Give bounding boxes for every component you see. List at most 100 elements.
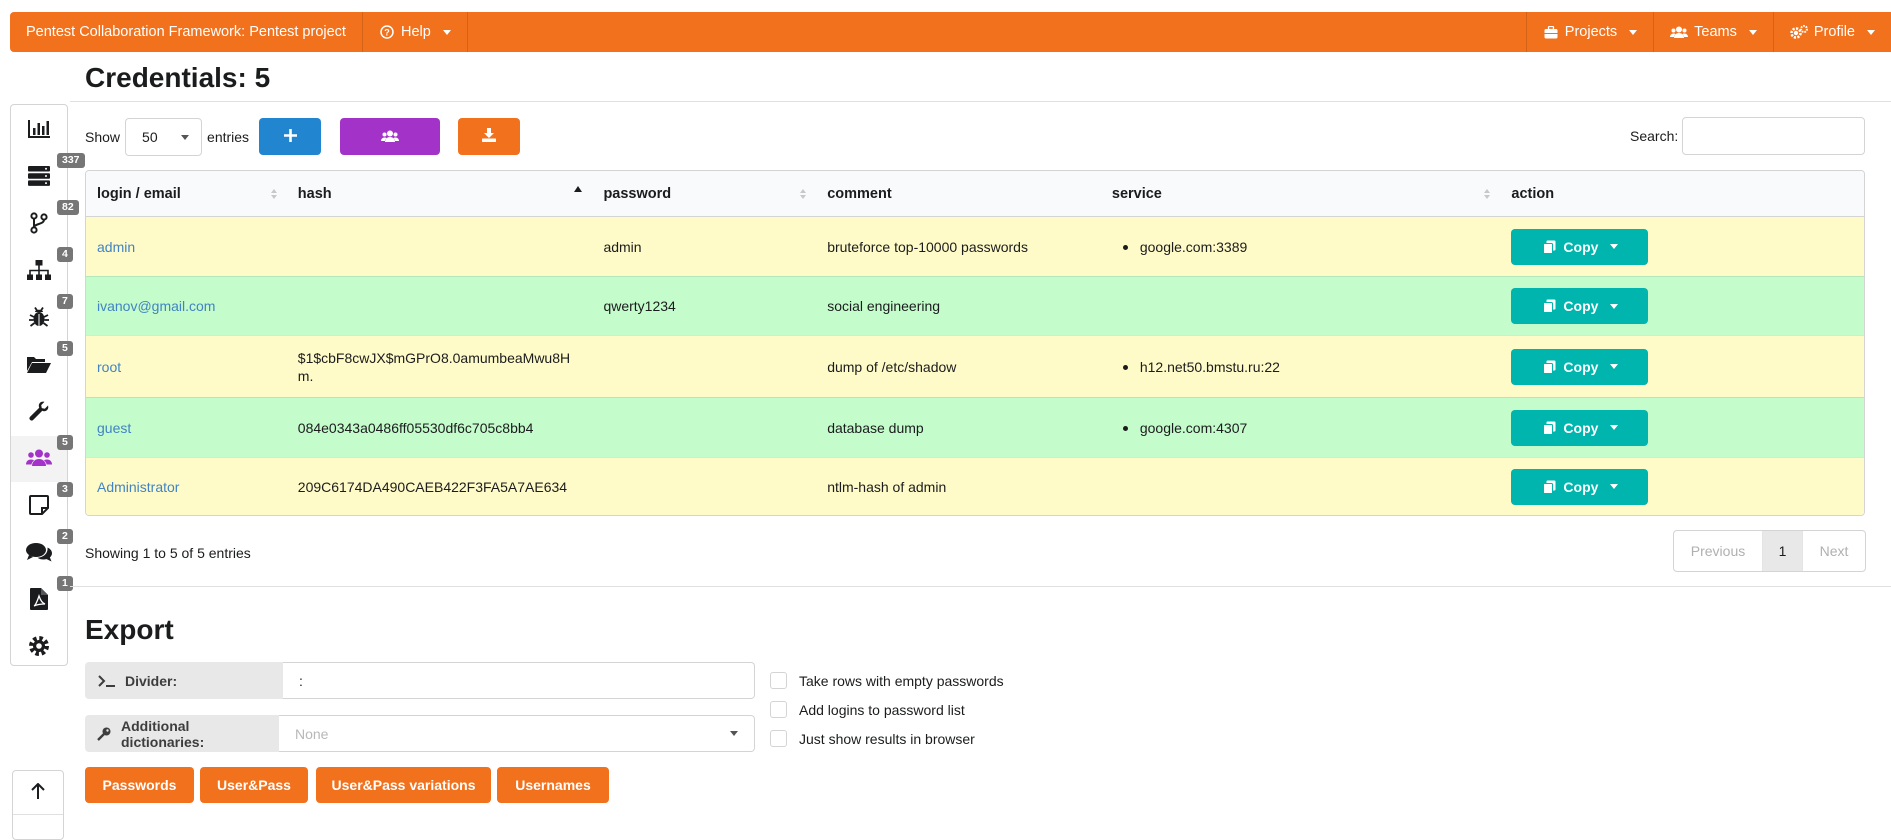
login-link[interactable]: admin [97,239,135,255]
top-navbar: Pentest Collaboration Framework: Pentest… [10,12,1891,52]
file-pdf-icon [30,587,48,613]
users-icon [381,129,399,145]
password-cell: admin [603,238,642,255]
download-icon [482,128,496,145]
sidebar-item-tools[interactable] [11,389,67,435]
comment-cell: ntlm-hash of admin [827,478,947,495]
sidebar-item-statistics[interactable] [11,107,67,153]
copy-dropdown-button[interactable]: Copy [1511,228,1649,265]
sort-icon [800,189,807,199]
sidebar-item-settings[interactable] [11,624,67,670]
comments-icon [26,542,52,565]
projects-label: Projects [1564,24,1618,40]
svg-text:?: ? [384,28,390,38]
login-link[interactable]: Administrator [97,479,179,495]
login-link[interactable]: guest [97,420,131,436]
download-button[interactable] [458,118,520,155]
cogs-icon [1790,24,1808,40]
checkbox[interactable] [770,672,787,689]
teams-label: Teams [1694,24,1737,40]
copy-dropdown-button[interactable]: Copy [1511,409,1649,446]
terminal-icon [97,673,117,689]
team-credentials-button[interactable] [340,118,440,155]
copy-icon [1541,479,1557,495]
profile-label: Profile [1813,24,1855,40]
teams-menu[interactable]: Teams [1653,12,1773,52]
table-row: guest 084e0343a0486ff05530df6c705c8bb4 d… [86,397,1864,457]
entries-label: entries [207,129,250,145]
copy-dropdown-button[interactable]: Copy [1511,468,1649,505]
entries-length-control: Show 50 entries [85,118,249,156]
comment-cell: database dump [827,419,924,436]
checkbox[interactable] [770,701,787,718]
table-row: admin admin bruteforce top-10000 passwor… [86,217,1864,276]
dictionaries-select[interactable]: None [279,715,755,752]
wrench-icon [29,401,49,424]
checkbox-empty-passwords[interactable]: Take rows with empty passwords [770,672,1004,689]
divider [70,101,1891,102]
column-login[interactable]: login / email [86,171,287,216]
chevron-down-icon [1610,303,1619,309]
scroll-controls [12,770,64,840]
page-1-button[interactable]: 1 [1762,531,1802,571]
entries-select[interactable]: 50 [125,118,203,156]
chevron-down-icon [1610,484,1619,489]
export-userpass-button[interactable]: User&Pass [200,767,308,803]
checkbox-show-in-browser[interactable]: Just show results in browser [770,730,975,747]
projects-menu[interactable]: Projects [1525,12,1653,52]
help-menu[interactable]: ? Help [363,12,467,52]
checkbox-add-logins[interactable]: Add logins to password list [770,701,965,718]
reports-count-badge: 1 [57,576,73,591]
divider-input[interactable]: : [283,662,755,699]
question-circle-icon: ? [379,24,395,40]
copy-dropdown-button[interactable]: Copy [1511,348,1649,385]
show-label: Show [85,129,121,145]
brand-link[interactable]: Pentest Collaboration Framework: Pentest… [10,12,363,52]
copy-dropdown-button[interactable]: Copy [1511,288,1649,324]
chevron-down-icon [1748,29,1757,35]
column-hash[interactable]: hash [287,171,593,216]
service-item: google.com:4307 [1123,420,1247,436]
key-icon [97,726,111,742]
sort-icon [270,189,277,199]
notes-count-badge: 3 [57,482,73,497]
profile-menu[interactable]: Profile [1772,12,1891,52]
column-comment[interactable]: comment [816,171,1101,216]
comment-cell: bruteforce top-10000 passwords [827,238,1028,255]
divider-field: Divider: : [85,662,755,699]
page-title: Credentials: 5 [85,62,271,93]
search-input[interactable] [1682,117,1865,155]
search-label: Search: [1630,128,1679,144]
column-service[interactable]: service [1101,171,1501,216]
chevron-down-icon [1629,29,1638,35]
table-header: login / email hash password comment serv… [86,171,1864,217]
table-row: root $1$cbF8cwJX$mGPrO8.0amumbeaMwu8Hm. … [86,335,1864,397]
network-count-badge: 4 [57,247,73,262]
table-row: ivanov@gmail.com qwerty1234 social engin… [86,276,1864,335]
export-passwords-button[interactable]: Passwords [85,767,194,803]
chevron-down-icon [442,29,451,35]
arrow-up-icon [31,782,45,802]
login-link[interactable]: root [97,359,121,375]
chart-bar-icon [28,119,50,141]
checkbox[interactable] [770,730,787,747]
add-credential-button[interactable] [259,118,321,155]
export-userpass-variations-button[interactable]: User&Pass variations [316,767,491,803]
table-row: Administrator 209C6174DA490CAEB422F3FA5A… [86,457,1864,515]
chevron-down-icon [1867,29,1875,35]
column-password[interactable]: password [592,171,816,216]
export-usernames-button[interactable]: Usernames [497,767,609,803]
bug-icon [29,306,49,331]
left-sidebar-menu: 337 82 4 7 5 5 3 2 1 [10,104,85,666]
comment-cell: social engineering [827,298,941,314]
divider-label-box: Divider: [85,662,283,699]
login-link[interactable]: ivanov@gmail.com [97,298,215,314]
previous-page-button[interactable]: Previous [1674,531,1762,571]
users-icon [1670,24,1689,40]
entries-value: 50 [142,129,158,145]
next-page-button[interactable]: Next [1802,531,1865,571]
column-action: action [1511,185,1555,202]
pagination: Previous 1 Next [1673,530,1866,572]
sitemap-icon [27,259,51,283]
scroll-top-button[interactable] [13,771,63,815]
